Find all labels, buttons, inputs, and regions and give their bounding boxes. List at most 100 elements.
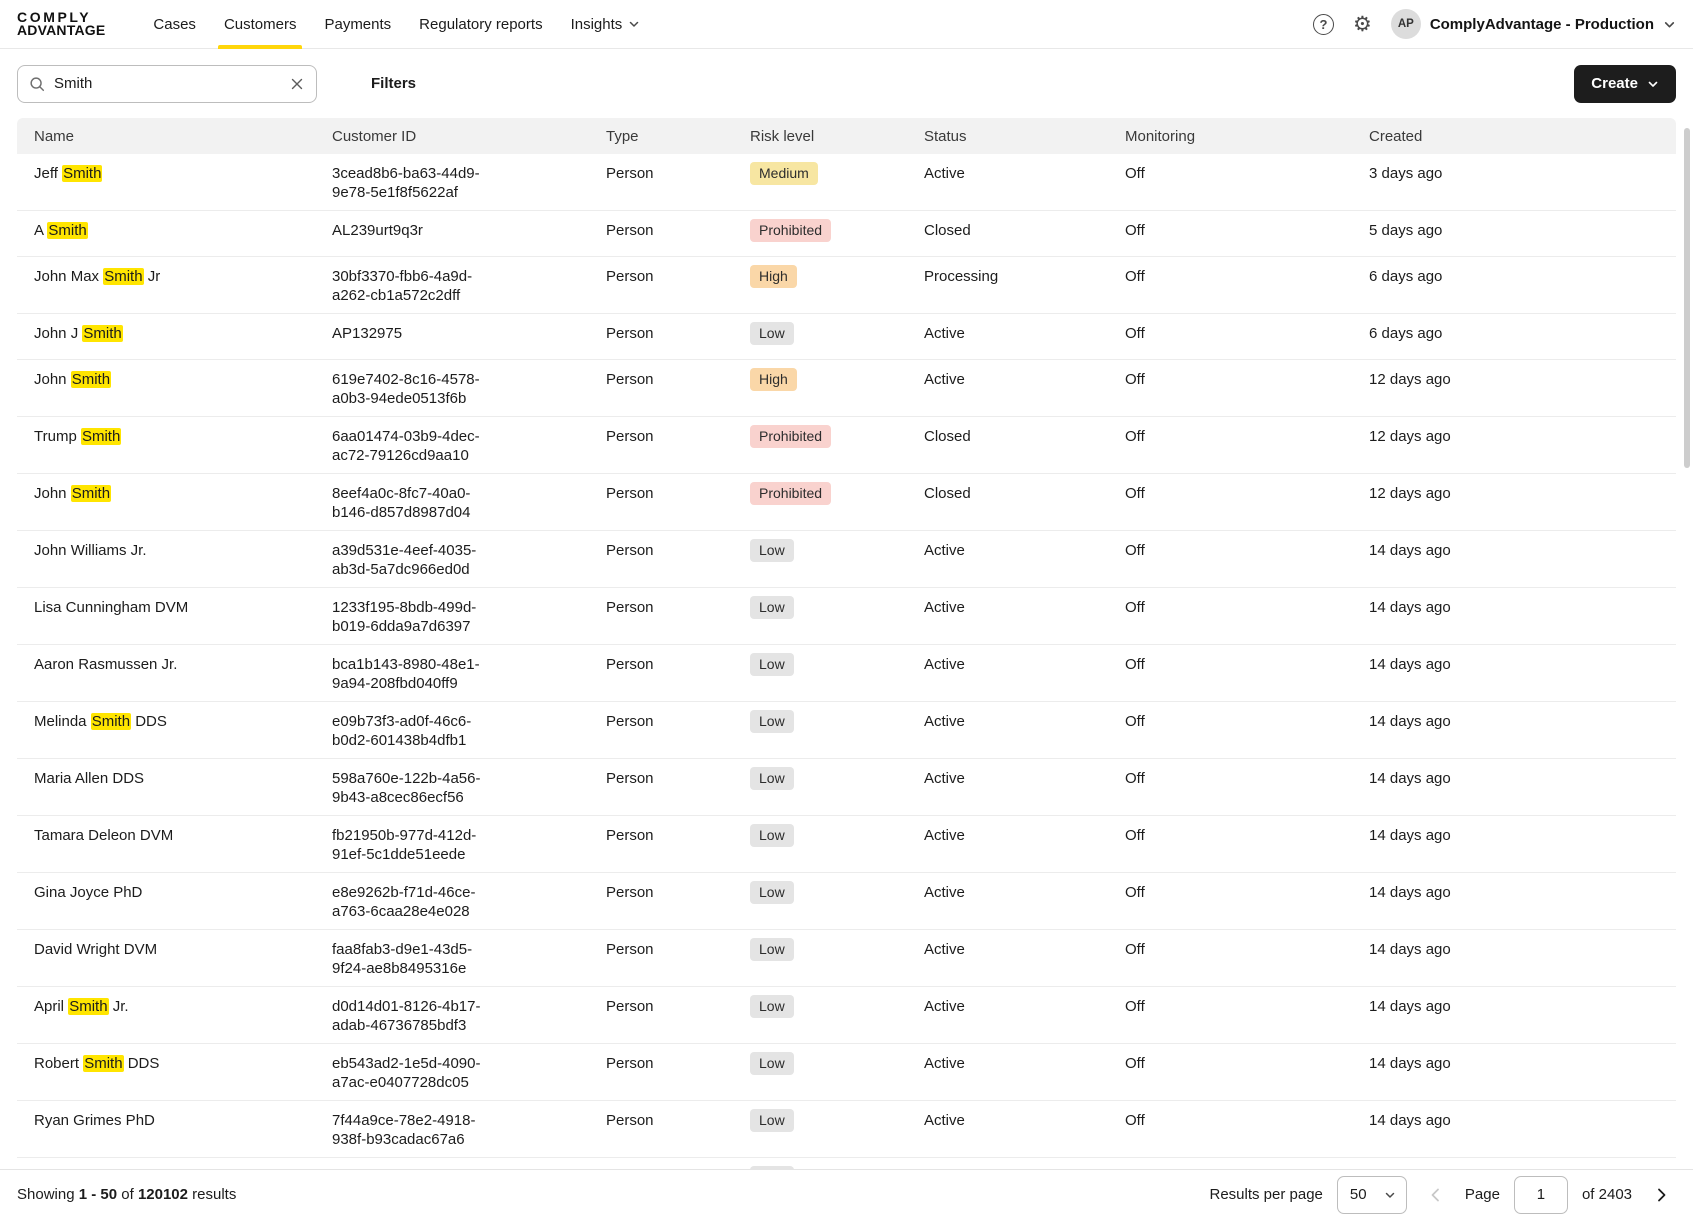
customer-name: Melinda Smith DDS bbox=[34, 713, 167, 730]
created-date: 14 days ago bbox=[1369, 1158, 1676, 1169]
customer-id: 598a760e-122b-4a56-9b43-a8cec86ecf56 bbox=[332, 770, 481, 806]
gear-icon[interactable]: ⚙ bbox=[1353, 14, 1372, 35]
clear-search-icon[interactable] bbox=[286, 73, 308, 95]
created-date: 6 days ago bbox=[1369, 325, 1443, 342]
customer-type: Person bbox=[606, 827, 654, 844]
per-page-label: Results per page bbox=[1209, 1186, 1323, 1203]
customer-type: Person bbox=[606, 325, 654, 342]
nav-cases[interactable]: Cases bbox=[139, 0, 210, 49]
customer-id: 8eef4a0c-8fc7-40a0-b146-d857d8987d04 bbox=[332, 485, 471, 521]
table-row[interactable]: Robert Smith DDS eb543ad2-1e5d-4090-a7ac… bbox=[17, 1044, 1676, 1101]
monitoring-status: Off bbox=[1125, 485, 1145, 502]
nav-customers[interactable]: Customers bbox=[210, 0, 311, 49]
column-header-name: Name bbox=[34, 127, 75, 145]
page-label: Page bbox=[1464, 1186, 1500, 1203]
customer-name: Maria Allen DDS bbox=[34, 770, 145, 787]
help-icon[interactable]: ? bbox=[1312, 13, 1334, 35]
column-header-risk-level: Risk level bbox=[750, 127, 815, 145]
table-row[interactable]: Gina Joyce PhD e8e9262b-f71d-46ce-a763-6… bbox=[17, 873, 1676, 930]
table-row[interactable]: Tamara Deleon DVM fb21950b-977d-412d-91e… bbox=[17, 816, 1676, 873]
customer-type: Person bbox=[606, 485, 654, 502]
table-row[interactable]: Melinda Smith DDS e09b73f3-ad0f-46c6-b0d… bbox=[17, 702, 1676, 759]
monitoring-status: Off bbox=[1125, 1055, 1145, 1072]
customer-name: Jeff Smith bbox=[34, 165, 103, 182]
customer-name: Robert Smith DDS bbox=[34, 1055, 160, 1072]
customer-status: Active bbox=[924, 941, 965, 958]
created-date: 14 days ago bbox=[1369, 1055, 1451, 1072]
customer-id: eb543ad2-1e5d-4090-a7ac-e0407728dc05 bbox=[332, 1055, 481, 1091]
pagination-bar: Showing 1 - 50 of 120102 results Results… bbox=[0, 1169, 1693, 1219]
customer-type: Person bbox=[606, 1055, 654, 1072]
chevron-down-icon bbox=[1647, 78, 1659, 90]
monitoring-status: Off bbox=[1125, 770, 1145, 787]
table-row[interactable]: Jeff Smith 3cead8b6-ba63-44d9-9e78-5e1f8… bbox=[17, 154, 1676, 211]
customer-status: Active bbox=[924, 599, 965, 616]
risk-level-badge: Low bbox=[750, 881, 794, 904]
table-row[interactable]: April Smith Jr. d0d14d01-8126-4b17-adab-… bbox=[17, 987, 1676, 1044]
table-row[interactable]: Robert Carter PhD 5c92b7d4-4597-49bf-8c1… bbox=[17, 1158, 1676, 1169]
customer-id: AL239urt9q3r bbox=[332, 222, 423, 239]
column-header-monitoring: Monitoring bbox=[1125, 127, 1196, 145]
nav-regulatory-reports[interactable]: Regulatory reports bbox=[405, 0, 556, 49]
page-number-input[interactable] bbox=[1513, 1175, 1568, 1214]
customer-status: Closed bbox=[924, 485, 971, 502]
table-row[interactable]: Aaron Rasmussen Jr. bca1b143-8980-48e1-9… bbox=[17, 645, 1676, 702]
topbar-right: ? ⚙ AP ComplyAdvantage - Production bbox=[1312, 9, 1676, 39]
risk-level-badge: Low bbox=[750, 322, 794, 345]
table-row[interactable]: John Max Smith Jr 30bf3370-fbb6-4a9d-a26… bbox=[17, 257, 1676, 314]
per-page-select[interactable]: 50 bbox=[1336, 1175, 1407, 1214]
customer-status: Processing bbox=[924, 268, 999, 285]
created-date: 3 days ago bbox=[1369, 165, 1443, 182]
toolbar: Filters Create bbox=[0, 49, 1693, 118]
customer-status: Active bbox=[924, 884, 965, 901]
results-range: 1 - 50 bbox=[78, 1186, 118, 1203]
search-input[interactable] bbox=[17, 64, 317, 103]
risk-level-badge: Low bbox=[750, 824, 794, 847]
customer-type: Person bbox=[606, 770, 654, 787]
monitoring-status: Off bbox=[1125, 941, 1145, 958]
customer-id: 30bf3370-fbb6-4a9d-a262-cb1a572c2dff bbox=[332, 268, 473, 304]
risk-level-badge: High bbox=[750, 368, 797, 391]
create-button[interactable]: Create bbox=[1574, 64, 1676, 103]
table-row[interactable]: Ryan Grimes PhD 7f44a9ce-78e2-4918-938f-… bbox=[17, 1101, 1676, 1158]
customer-status: Closed bbox=[924, 428, 971, 445]
vertical-scrollbar[interactable] bbox=[1684, 128, 1690, 468]
customer-status: Active bbox=[924, 165, 965, 182]
customer-id: 6aa01474-03b9-4dec-ac72-79126cd9aa10 bbox=[332, 428, 480, 464]
customer-status: Active bbox=[924, 713, 965, 730]
table-row[interactable]: John Williams Jr. a39d531e-4eef-4035-ab3… bbox=[17, 531, 1676, 588]
risk-level-badge: Low bbox=[750, 539, 794, 562]
next-page-icon[interactable] bbox=[1646, 1180, 1676, 1210]
nav-payments[interactable]: Payments bbox=[310, 0, 405, 49]
created-date: 14 days ago bbox=[1369, 656, 1451, 673]
filters-button[interactable]: Filters bbox=[371, 75, 416, 92]
column-header-status: Status bbox=[924, 127, 967, 145]
table-row[interactable]: John Smith 619e7402-8c16-4578-a0b3-94ede… bbox=[17, 360, 1676, 417]
customer-type: Person bbox=[606, 1112, 654, 1129]
table-row[interactable]: Maria Allen DDS 598a760e-122b-4a56-9b43-… bbox=[17, 759, 1676, 816]
risk-level-badge: High bbox=[750, 265, 797, 288]
customer-name: Gina Joyce PhD bbox=[34, 884, 143, 901]
top-navigation-bar: COMPLY ADVANTAGE Cases Customers Payment… bbox=[0, 0, 1693, 49]
monitoring-status: Off bbox=[1125, 998, 1145, 1015]
created-date: 14 days ago bbox=[1369, 998, 1451, 1015]
monitoring-status: Off bbox=[1125, 1158, 1369, 1169]
monitoring-status: Off bbox=[1125, 884, 1145, 901]
customer-id: e09b73f3-ad0f-46c6-b0d2-601438b4dfb1 bbox=[332, 713, 472, 749]
table-row[interactable]: Lisa Cunningham DVM 1233f195-8bdb-499d-b… bbox=[17, 588, 1676, 645]
created-date: 14 days ago bbox=[1369, 1112, 1451, 1129]
risk-level-badge: Low bbox=[750, 938, 794, 961]
account-menu[interactable]: AP ComplyAdvantage - Production bbox=[1390, 9, 1676, 39]
table-row[interactable]: John Smith 8eef4a0c-8fc7-40a0-b146-d857d… bbox=[17, 474, 1676, 531]
customer-id: 619e7402-8c16-4578-a0b3-94ede0513f6b bbox=[332, 371, 480, 407]
nav-insights[interactable]: Insights bbox=[557, 0, 655, 49]
table-row[interactable]: David Wright DVM faa8fab3-d9e1-43d5-9f24… bbox=[17, 930, 1676, 987]
table-row[interactable]: A Smith AL239urt9q3r Person Prohibited C… bbox=[17, 211, 1676, 257]
customer-type: Person bbox=[606, 1158, 750, 1169]
customer-status: Active bbox=[924, 770, 965, 787]
table-row[interactable]: Trump Smith 6aa01474-03b9-4dec-ac72-7912… bbox=[17, 417, 1676, 474]
previous-page-icon[interactable] bbox=[1421, 1180, 1451, 1210]
customer-status: Active bbox=[924, 1055, 965, 1072]
complyadvantage-logo[interactable]: COMPLY ADVANTAGE bbox=[17, 10, 105, 37]
table-row[interactable]: John J Smith AP132975 Person Low Active … bbox=[17, 314, 1676, 360]
